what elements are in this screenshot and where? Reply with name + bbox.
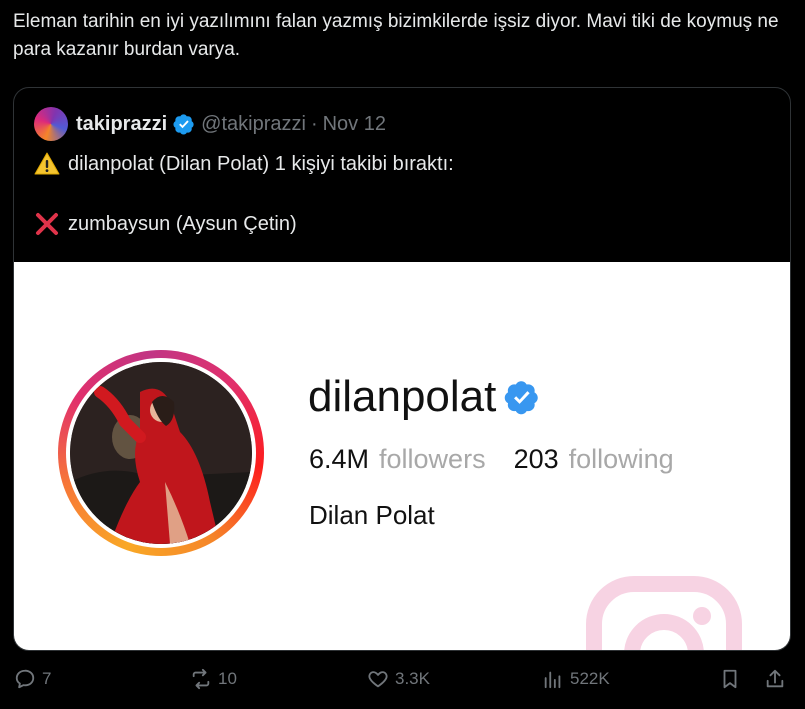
views-button[interactable]: 522K: [542, 668, 610, 690]
following-label: following: [568, 444, 674, 474]
quoted-text-1: dilanpolat (Dilan Polat) 1 kişiyi takibi…: [68, 152, 454, 175]
quoted-text-2: zumbaysun (Aysun Çetin): [68, 212, 297, 235]
followers-label: followers: [379, 444, 486, 474]
post-actions: 7 10 3.3K 522K: [0, 668, 805, 704]
following-count: 203: [513, 444, 559, 474]
instagram-logo-icon: [586, 576, 742, 650]
separator-dot: ·: [310, 112, 318, 135]
repost-count: 10: [218, 669, 237, 688]
quoted-post-header: takiprazzi @takiprazzi · Nov 12: [34, 107, 386, 141]
ig-stats: 6.4M followers 203 following: [309, 444, 674, 475]
ig-username: dilanpolat: [308, 372, 540, 422]
profile-photo-illustration: [70, 362, 252, 544]
quoted-post[interactable]: takiprazzi @takiprazzi · Nov 12 dilanpol…: [13, 87, 791, 651]
quoted-line-1: dilanpolat (Dilan Polat) 1 kişiyi takibi…: [34, 151, 454, 177]
bookmark-button[interactable]: [719, 668, 741, 690]
analytics-icon: [544, 671, 561, 689]
avatar[interactable]: [34, 107, 68, 141]
warning-icon: [34, 152, 60, 175]
verified-badge-icon: [173, 114, 194, 135]
heart-icon: [368, 671, 388, 688]
reply-button[interactable]: 7: [14, 668, 51, 690]
reply-icon: [15, 669, 35, 689]
post-text: Eleman tarihin en iyi yazılımını falan y…: [13, 11, 779, 60]
author-name[interactable]: takiprazzi: [76, 113, 167, 136]
like-count: 3.3K: [395, 669, 430, 688]
reply-count: 7: [42, 669, 52, 688]
post-date[interactable]: Nov 12: [323, 113, 386, 136]
like-button[interactable]: 3.3K: [367, 668, 430, 690]
profile-picture: [70, 362, 252, 544]
ig-username-text: dilanpolat: [308, 372, 497, 421]
bookmark-icon: [723, 669, 737, 689]
verified-badge-icon: [505, 381, 539, 415]
share-button[interactable]: [764, 668, 786, 690]
view-count: 522K: [570, 669, 610, 688]
repost-button[interactable]: 10: [190, 668, 237, 690]
profile-picture-ring: [58, 350, 264, 556]
instagram-profile-card[interactable]: dilanpolat 6.4M followers 203 following …: [14, 262, 790, 650]
author-handle[interactable]: @takiprazzi: [201, 113, 306, 136]
repost-icon: [192, 668, 210, 690]
share-icon: [766, 669, 784, 688]
cross-mark-icon: [36, 213, 58, 235]
followers-count: 6.4M: [309, 444, 370, 474]
ig-full-name: Dilan Polat: [309, 500, 435, 530]
quoted-line-2: zumbaysun (Aysun Çetin): [34, 211, 297, 237]
